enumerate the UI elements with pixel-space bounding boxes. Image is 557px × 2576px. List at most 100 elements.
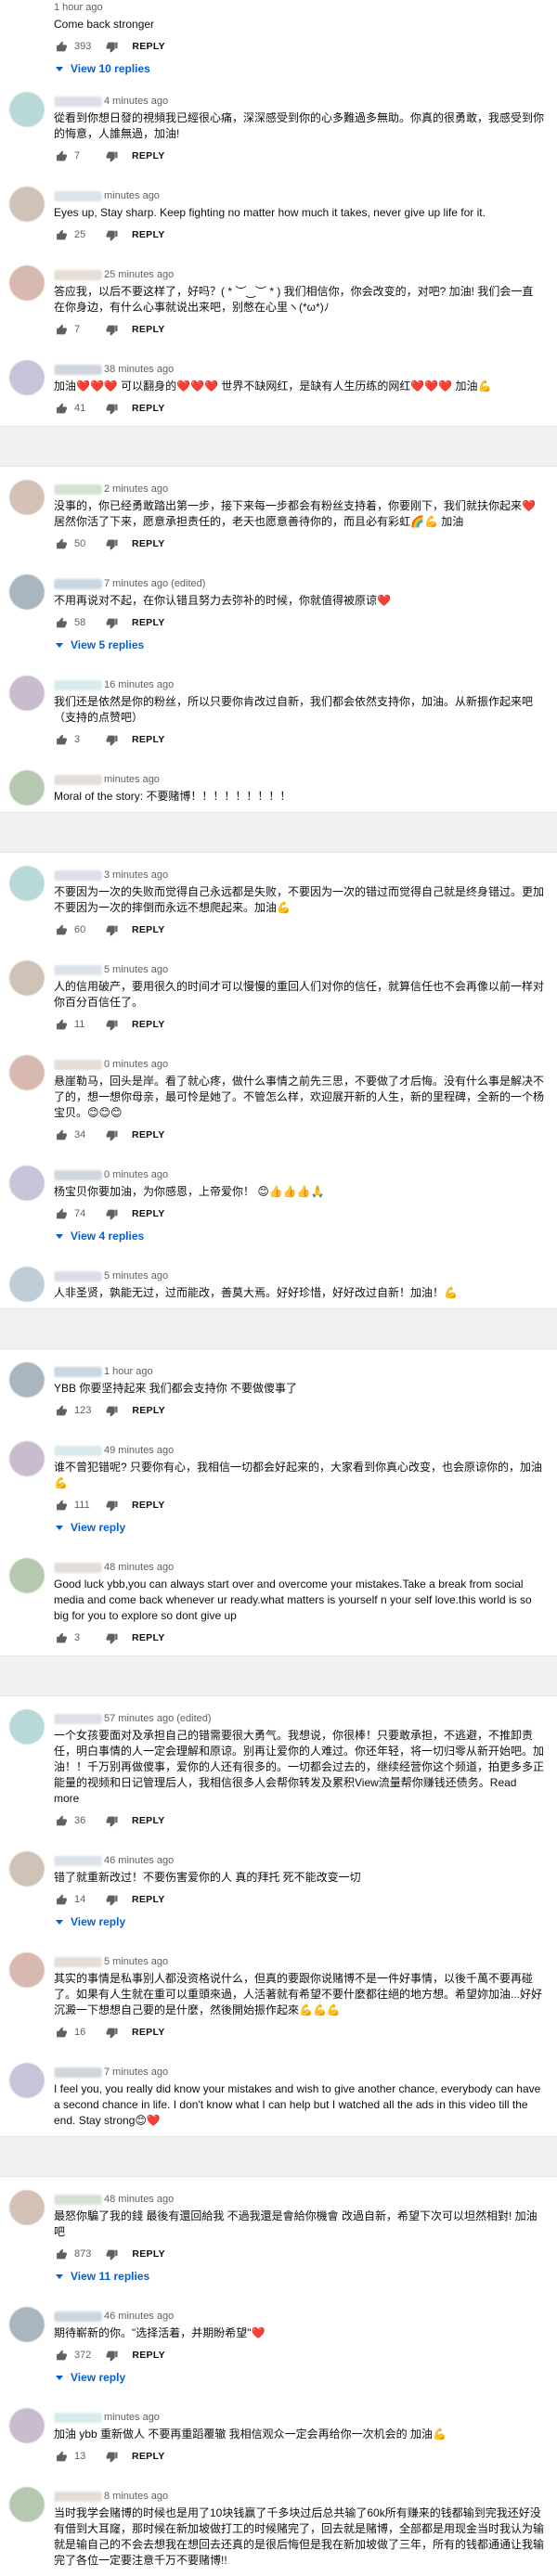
- avatar[interactable]: [9, 92, 45, 127]
- thumbs-down-icon[interactable]: [104, 227, 119, 242]
- avatar[interactable]: [9, 574, 45, 610]
- author-name[interactable]: [54, 1366, 102, 1377]
- reply-button[interactable]: REPLY: [132, 324, 165, 335]
- avatar[interactable]: [9, 1952, 45, 1988]
- thumbs-up-icon[interactable]: [54, 2348, 69, 2363]
- thumbs-down-icon[interactable]: [104, 2247, 119, 2261]
- reply-button[interactable]: REPLY: [132, 1405, 165, 1416]
- thumbs-up-icon[interactable]: [54, 2449, 69, 2464]
- avatar[interactable]: [9, 480, 45, 515]
- thumbs-down-icon[interactable]: [104, 39, 119, 54]
- avatar[interactable]: [9, 1441, 45, 1476]
- thumbs-down-icon[interactable]: [104, 1892, 119, 1907]
- thumbs-down-icon[interactable]: [104, 1813, 119, 1828]
- thumbs-down-icon[interactable]: [104, 148, 119, 163]
- author-name[interactable]: [54, 1956, 102, 1967]
- avatar[interactable]: [9, 360, 45, 395]
- thumbs-down-icon[interactable]: [104, 1630, 119, 1645]
- reply-button[interactable]: REPLY: [132, 403, 165, 414]
- avatar[interactable]: [9, 265, 45, 301]
- author-name[interactable]: [54, 483, 102, 495]
- view-replies-button[interactable]: View 5 replies: [54, 635, 544, 655]
- reply-button[interactable]: REPLY: [132, 538, 165, 549]
- thumbs-up-icon[interactable]: [54, 1892, 69, 1907]
- thumbs-up-icon[interactable]: [54, 1017, 69, 1032]
- author-name[interactable]: [54, 190, 102, 201]
- thumbs-down-icon[interactable]: [104, 322, 119, 337]
- avatar[interactable]: [9, 960, 45, 996]
- view-replies-button[interactable]: View 11 replies: [54, 2266, 544, 2286]
- author-name[interactable]: [54, 578, 102, 589]
- avatar[interactable]: [9, 866, 45, 901]
- view-replies-button[interactable]: View reply: [54, 1912, 544, 1932]
- view-replies-button[interactable]: View reply: [54, 1517, 544, 1538]
- reply-button[interactable]: REPLY: [132, 2350, 165, 2361]
- reply-button[interactable]: REPLY: [132, 2027, 165, 2038]
- avatar[interactable]: [9, 2307, 45, 2342]
- author-name[interactable]: [54, 1855, 102, 1866]
- thumbs-up-icon[interactable]: [54, 148, 69, 163]
- reply-button[interactable]: REPLY: [132, 41, 165, 52]
- avatar[interactable]: [9, 1851, 45, 1887]
- author-name[interactable]: [54, 2491, 102, 2502]
- reply-button[interactable]: REPLY: [132, 2451, 165, 2462]
- reply-button[interactable]: REPLY: [132, 734, 165, 745]
- thumbs-up-icon[interactable]: [54, 2247, 69, 2261]
- avatar[interactable]: [9, 2408, 45, 2443]
- reply-button[interactable]: REPLY: [132, 1019, 165, 1030]
- thumbs-up-icon[interactable]: [54, 401, 69, 416]
- thumbs-up-icon[interactable]: [54, 39, 69, 54]
- thumbs-down-icon[interactable]: [104, 1498, 119, 1513]
- author-name[interactable]: [54, 2194, 102, 2205]
- avatar[interactable]: [9, 1166, 45, 1201]
- author-name[interactable]: [54, 679, 102, 690]
- thumbs-up-icon[interactable]: [54, 1206, 69, 1221]
- thumbs-down-icon[interactable]: [104, 2025, 119, 2040]
- thumbs-down-icon[interactable]: [104, 615, 119, 630]
- thumbs-down-icon[interactable]: [104, 2449, 119, 2464]
- thumbs-up-icon[interactable]: [54, 1498, 69, 1513]
- avatar[interactable]: [9, 187, 45, 222]
- avatar[interactable]: [9, 676, 45, 711]
- thumbs-up-icon[interactable]: [54, 1813, 69, 1828]
- avatar[interactable]: [9, 1558, 45, 1593]
- thumbs-down-icon[interactable]: [104, 1127, 119, 1142]
- thumbs-up-icon[interactable]: [54, 922, 69, 937]
- reply-button[interactable]: REPLY: [132, 924, 165, 935]
- author-name[interactable]: [54, 96, 102, 107]
- thumbs-down-icon[interactable]: [104, 1017, 119, 1032]
- thumbs-up-icon[interactable]: [54, 227, 69, 242]
- avatar[interactable]: [9, 1267, 45, 1302]
- view-replies-button[interactable]: View reply: [54, 2367, 544, 2388]
- avatar[interactable]: [9, 2063, 45, 2098]
- avatar[interactable]: [9, 1055, 45, 1090]
- thumbs-down-icon[interactable]: [104, 1403, 119, 1418]
- author-name[interactable]: [54, 269, 102, 280]
- thumbs-up-icon[interactable]: [54, 1630, 69, 1645]
- thumbs-up-icon[interactable]: [54, 615, 69, 630]
- reply-button[interactable]: REPLY: [132, 1815, 165, 1826]
- reply-button[interactable]: REPLY: [132, 2248, 165, 2260]
- thumbs-down-icon[interactable]: [104, 1206, 119, 1221]
- author-name[interactable]: [54, 1169, 102, 1180]
- reply-button[interactable]: REPLY: [132, 1500, 165, 1511]
- thumbs-up-icon[interactable]: [54, 732, 69, 747]
- author-name[interactable]: [54, 1059, 102, 1070]
- author-name[interactable]: [54, 964, 102, 975]
- thumbs-up-icon[interactable]: [54, 322, 69, 337]
- view-replies-button[interactable]: View 10 replies: [54, 58, 544, 79]
- reply-button[interactable]: REPLY: [132, 617, 165, 628]
- author-name[interactable]: [54, 1713, 102, 1724]
- reply-button[interactable]: REPLY: [132, 1208, 165, 1219]
- reply-button[interactable]: REPLY: [132, 150, 165, 161]
- author-name[interactable]: [54, 364, 102, 375]
- author-name[interactable]: [54, 2311, 102, 2322]
- author-name[interactable]: [54, 2412, 102, 2423]
- author-name[interactable]: [54, 1562, 102, 1573]
- avatar[interactable]: [9, 1709, 45, 1745]
- avatar[interactable]: [9, 1362, 45, 1397]
- avatar[interactable]: [9, 770, 45, 805]
- reply-button[interactable]: REPLY: [132, 1632, 165, 1643]
- thumbs-down-icon[interactable]: [104, 536, 119, 551]
- reply-button[interactable]: REPLY: [132, 1894, 165, 1905]
